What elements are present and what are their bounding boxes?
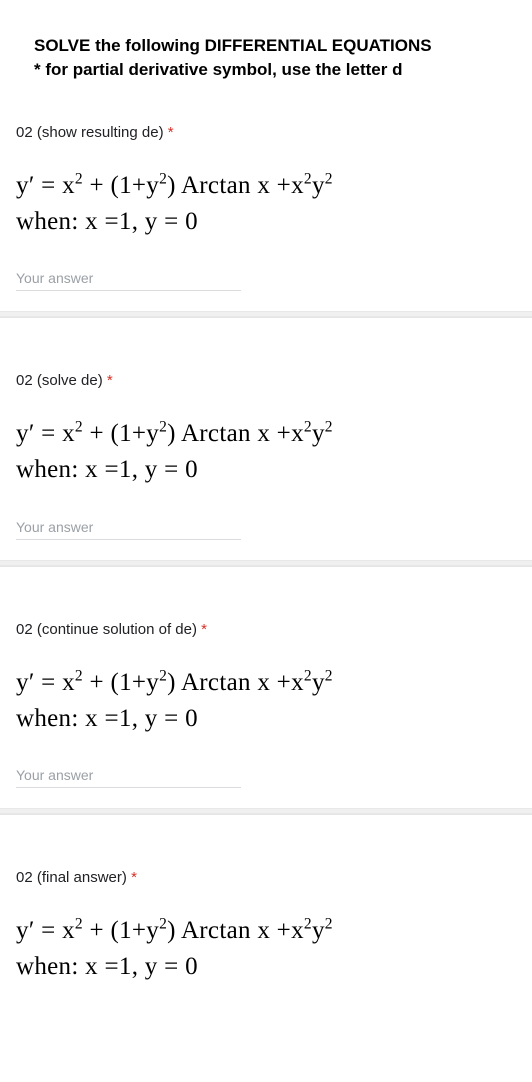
equation-line-2: when: x =1, y = 0: [16, 453, 516, 487]
question-label: 02 (solve de) *: [16, 372, 516, 389]
equation-block: y′ = x2 + (1+y2) Arctan x +x2y2 when: x …: [16, 417, 516, 487]
question-section: 02 (solve de) * y′ = x2 + (1+y2) Arctan …: [0, 317, 532, 560]
question-label: 02 (continue solution of de) *: [16, 621, 516, 638]
answer-row: [16, 264, 516, 311]
question-label: 02 (show resulting de) *: [16, 124, 516, 141]
question-label-text: 02 (continue solution of de): [16, 621, 197, 638]
required-asterisk: *: [201, 621, 207, 638]
question-section: 02 (continue solution of de) * y′ = x2 +…: [0, 566, 532, 809]
form-header: SOLVE the following DIFFERENTIAL EQUATIO…: [0, 0, 532, 100]
required-asterisk: *: [131, 869, 137, 886]
required-asterisk: *: [107, 372, 113, 389]
question-section: 02 (final answer) * y′ = x2 + (1+y2) Arc…: [0, 814, 532, 984]
answer-input[interactable]: [16, 761, 241, 788]
equation-line-1: y′ = x2 + (1+y2) Arctan x +x2y2: [16, 169, 516, 203]
header-title: SOLVE the following DIFFERENTIAL EQUATIO…: [34, 34, 512, 58]
header-subtitle: * for partial derivative symbol, use the…: [34, 60, 512, 80]
question-label: 02 (final answer) *: [16, 869, 516, 886]
answer-input[interactable]: [16, 264, 241, 291]
equation-block: y′ = x2 + (1+y2) Arctan x +x2y2 when: x …: [16, 666, 516, 736]
question-label-text: 02 (show resulting de): [16, 124, 164, 141]
equation-block: y′ = x2 + (1+y2) Arctan x +x2y2 when: x …: [16, 914, 516, 984]
required-asterisk: *: [168, 124, 174, 141]
equation-line-1: y′ = x2 + (1+y2) Arctan x +x2y2: [16, 914, 516, 948]
answer-row: [16, 513, 516, 560]
answer-row: [16, 761, 516, 808]
question-label-text: 02 (solve de): [16, 372, 103, 389]
equation-line-1: y′ = x2 + (1+y2) Arctan x +x2y2: [16, 666, 516, 700]
equation-line-2: when: x =1, y = 0: [16, 950, 516, 984]
equation-line-1: y′ = x2 + (1+y2) Arctan x +x2y2: [16, 417, 516, 451]
equation-line-2: when: x =1, y = 0: [16, 205, 516, 239]
question-section: 02 (show resulting de) * y′ = x2 + (1+y2…: [0, 100, 532, 312]
answer-input[interactable]: [16, 513, 241, 540]
equation-block: y′ = x2 + (1+y2) Arctan x +x2y2 when: x …: [16, 169, 516, 239]
equation-line-2: when: x =1, y = 0: [16, 702, 516, 736]
question-label-text: 02 (final answer): [16, 869, 127, 886]
